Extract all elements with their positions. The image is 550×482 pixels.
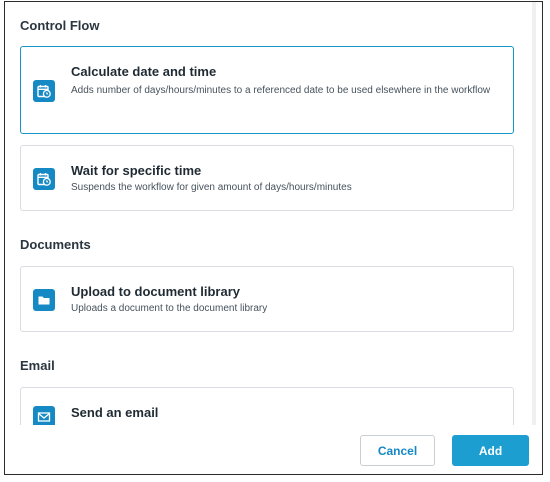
add-button[interactable]: Add [452, 435, 529, 466]
dialog-footer: Cancel Add [5, 425, 542, 474]
workflow-action-picker-dialog: Control Flow Calculate date and time Add… [4, 1, 543, 475]
section-title-documents: Documents [20, 237, 91, 252]
action-card-description: Suspends the workflow for given amount o… [71, 182, 352, 193]
action-card-wait-specific-time[interactable]: Wait for specific time Suspends the work… [20, 145, 514, 211]
action-card-title: Upload to document library [71, 284, 241, 299]
calendar-clock-icon [33, 80, 55, 102]
action-card-description: Adds number of days/hours/minutes to a r… [71, 85, 491, 96]
scrollbar[interactable] [532, 2, 536, 425]
cancel-button[interactable]: Cancel [360, 435, 435, 466]
folder-icon [33, 289, 55, 311]
action-list[interactable]: Control Flow Calculate date and time Add… [5, 2, 530, 425]
action-card-upload-document[interactable]: Upload to document library Uploads a doc… [20, 266, 514, 332]
action-card-title: Calculate date and time [71, 64, 217, 79]
envelope-icon [33, 406, 55, 425]
calendar-clock-icon [33, 168, 55, 190]
action-card-title: Wait for specific time [71, 163, 202, 178]
section-title-email: Email [20, 358, 55, 373]
action-card-title: Send an email [71, 405, 159, 420]
action-card-send-email[interactable]: Send an email [20, 387, 514, 425]
action-card-description: Uploads a document to the document libra… [71, 303, 268, 314]
action-card-calculate-date-time[interactable]: Calculate date and time Adds number of d… [20, 46, 514, 134]
section-title-control-flow: Control Flow [20, 18, 100, 33]
